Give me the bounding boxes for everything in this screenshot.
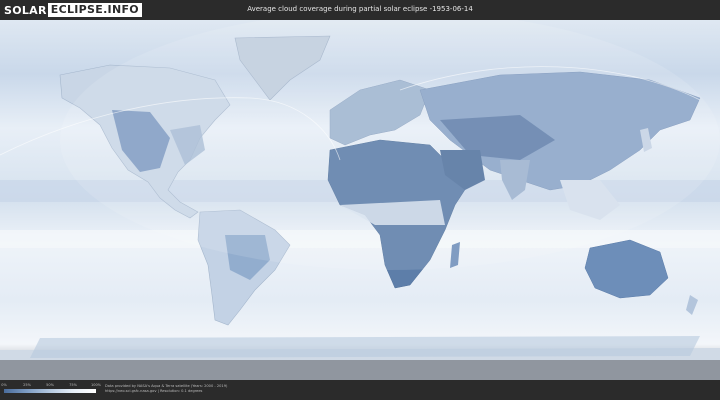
footer-bar: 0% 25% 50% 75% 100% Data provided by NAS… xyxy=(0,380,720,400)
cloud-coverage-map xyxy=(0,20,720,380)
world-map xyxy=(0,20,720,380)
legend-color-bar xyxy=(4,389,96,393)
antarctica-clouds xyxy=(30,336,700,358)
polar-night xyxy=(0,360,720,380)
data-credits: Data provided by NASA's Aqua & Terra sat… xyxy=(105,384,227,394)
legend-tick: 25% xyxy=(23,383,31,387)
eclipse-visibility-zone xyxy=(60,20,720,270)
header-bar: SOLAR ECLIPSE.INFO Average cloud coverag… xyxy=(0,0,720,20)
legend-tick: 50% xyxy=(46,383,54,387)
credits-line-2: https://neo.sci.gsfc.nasa.gov | Resoluti… xyxy=(105,389,203,393)
page-title: Average cloud coverage during partial so… xyxy=(247,5,473,13)
legend-tick: 100% xyxy=(90,383,102,387)
legend-ticks: 0% 25% 50% 75% 100% xyxy=(1,383,101,388)
legend-tick: 0% xyxy=(1,383,7,387)
legend-tick: 75% xyxy=(69,383,77,387)
